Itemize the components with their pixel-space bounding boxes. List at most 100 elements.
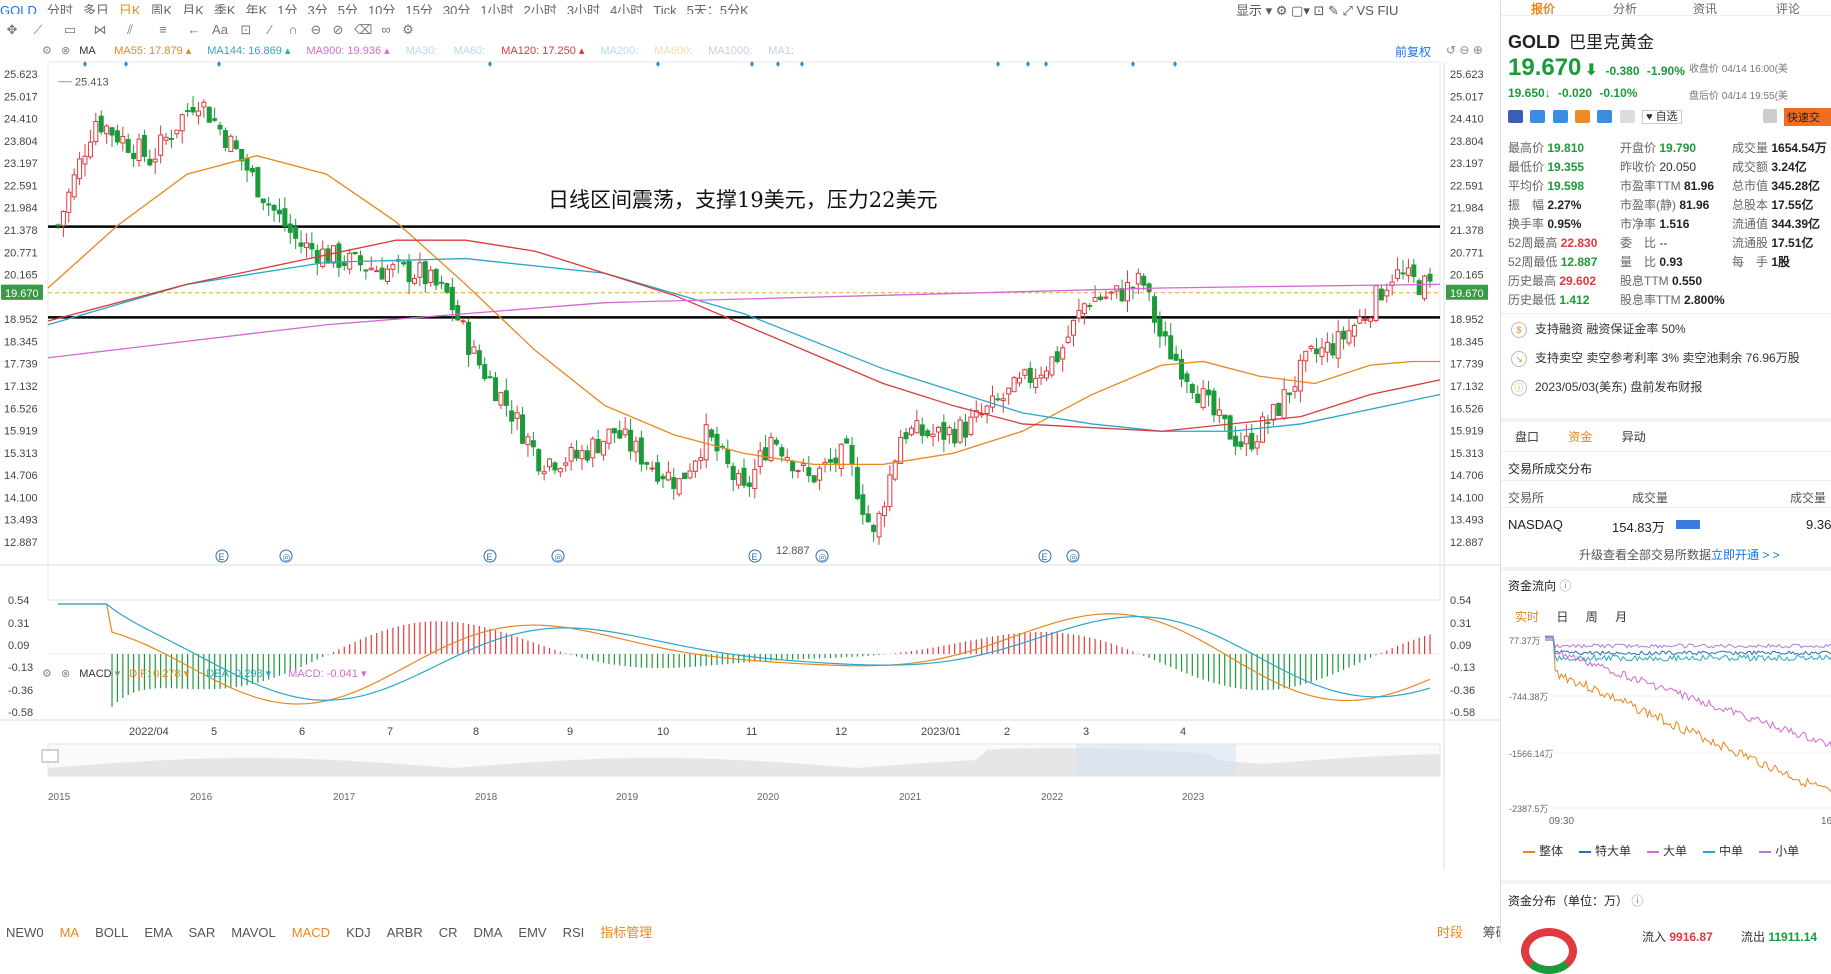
line-tool-icon[interactable]: ⟋ [30, 22, 46, 38]
lock-icon[interactable]: ⊖ [308, 22, 324, 38]
link-icon[interactable]: ∞ [378, 22, 394, 38]
kline-chart[interactable]: 25.623 25.623 25.017 25.017 24.410 24.410 23.8… [0, 40, 1500, 920]
period-5分[interactable]: 5分 [338, 3, 358, 14]
text-tool-icon[interactable]: Aa [212, 22, 228, 38]
period-3分[interactable]: 3分 [307, 3, 327, 14]
ma-item[interactable]: MA900: 19.936 ▴ [306, 45, 389, 57]
margin-icon[interactable] [1530, 110, 1546, 124]
indicator-EMV[interactable]: EMV [518, 925, 546, 940]
price-axis-label: 24.410 [1450, 114, 1484, 126]
flow-tab-week[interactable]: 周 [1586, 610, 1598, 624]
period-30分[interactable]: 30分 [443, 3, 470, 14]
indicator-EMA[interactable]: EMA [144, 925, 172, 940]
ma-item[interactable]: MA200: [600, 45, 638, 57]
indicator-DMA[interactable]: DMA [474, 925, 503, 940]
delete-icon[interactable]: ⌫ [354, 22, 372, 38]
indicator-MA[interactable]: MA [60, 925, 80, 940]
flow-tab-realtime[interactable]: 实时 [1515, 610, 1539, 624]
indicator-CR[interactable]: CR [439, 925, 458, 940]
period-多日[interactable]: 多日 [83, 3, 109, 14]
indicator-MAVOL[interactable]: MAVOL [231, 925, 276, 940]
settings-icon[interactable]: ⚙ [42, 45, 52, 57]
hide-icon[interactable]: ⊘ [330, 22, 346, 38]
ma-item[interactable]: MA600: [654, 45, 692, 57]
subtab-funds[interactable]: 资金 [1568, 430, 1592, 444]
flow-tab-month[interactable]: 月 [1615, 610, 1627, 624]
period-周K[interactable]: 周K [151, 3, 173, 14]
period-1小时[interactable]: 1小时 [480, 3, 513, 14]
parallel-tool-icon[interactable]: ⫽ [122, 22, 138, 38]
chart-controls[interactable]: ↺ ⊖ ⊕ [1446, 43, 1483, 57]
symbol-label[interactable]: GOLD [0, 3, 37, 14]
subtab-handicap[interactable]: 盘口 [1515, 430, 1539, 444]
tag-icon[interactable] [1597, 110, 1613, 124]
flow-axis-label: -744.38万 [1509, 692, 1549, 702]
settings-icon[interactable]: ⚙ [400, 22, 416, 38]
rect-tool-icon[interactable]: ▭ [62, 22, 78, 38]
doc-icon[interactable] [1619, 110, 1635, 124]
period-button[interactable]: 时段 [1437, 925, 1463, 940]
ma-item[interactable]: MA60: [453, 45, 485, 57]
period-年K[interactable]: 年K [246, 3, 268, 14]
indicator-NEW0[interactable]: NEW0 [6, 925, 44, 940]
indicator-RSI[interactable]: RSI [563, 925, 585, 940]
watch-button[interactable]: ♥ 自选 [1642, 110, 1682, 124]
indicator-SAR[interactable]: SAR [188, 925, 215, 940]
price-axis-label: 20.771 [1450, 247, 1484, 259]
period-10分[interactable]: 10分 [368, 3, 395, 14]
display-menu[interactable]: 显示 ▾ ⚙ ▢▾ ⊡ ✎ ⤢ VS FIU [1236, 0, 1398, 19]
indicator-ARBR[interactable]: ARBR [387, 925, 423, 940]
flow-tab-day[interactable]: 日 [1556, 610, 1568, 624]
ma-item[interactable]: MA30: [406, 45, 438, 57]
ma-item[interactable]: MA120: 17.250 ▴ [501, 45, 584, 57]
fib-tool-icon[interactable]: ⋈ [92, 22, 108, 38]
candle [682, 472, 688, 480]
measure-tool-icon[interactable]: ⊡ [238, 22, 254, 38]
stat-item: 每 手 1股 [1732, 255, 1791, 269]
ma-type[interactable]: MA [79, 45, 95, 57]
candle [736, 473, 742, 486]
period-3小时[interactable]: 3小时 [567, 3, 600, 14]
indicator-MACD[interactable]: MACD [292, 925, 330, 940]
bell-icon[interactable] [1763, 109, 1777, 123]
magnet-icon[interactable]: ∩ [285, 22, 301, 38]
stat-item: 市净率 1.516 [1620, 217, 1690, 231]
subtab-changes[interactable]: 异动 [1622, 430, 1646, 444]
ma-item[interactable]: MA1000: [708, 45, 752, 57]
option-icon[interactable] [1575, 110, 1591, 124]
pen-tool-icon[interactable]: ∕ [262, 22, 278, 38]
period-月K[interactable]: 月K [182, 3, 204, 14]
indicator-BOLL[interactable]: BOLL [95, 925, 128, 940]
candle [141, 134, 147, 157]
period-分时[interactable]: 分时 [47, 3, 73, 14]
indicator-指标管理[interactable]: 指标管理 [600, 925, 652, 940]
ma-item[interactable]: MA1: [768, 45, 794, 57]
indicator-bar: NEW0 MA BOLL EMA SAR MAVOL MACD KDJ ARBR CR DMA EMV… [0, 918, 1509, 943]
upgrade-link[interactable]: 立即开通 > > [1711, 548, 1780, 562]
candle [93, 121, 99, 143]
period-4小时[interactable]: 4小时 [610, 3, 643, 14]
price-axis-label: 16.526 [1450, 403, 1484, 415]
arrow-tool-icon[interactable]: ← [186, 22, 202, 38]
close-icon[interactable]: ⊗ [61, 668, 70, 680]
period-Tick[interactable]: Tick [653, 3, 676, 14]
macd-type[interactable]: MACD [79, 668, 111, 680]
period-1分[interactable]: 1分 [277, 3, 297, 14]
period-日K[interactable]: 日K [119, 3, 141, 14]
candle [568, 447, 574, 462]
short-icon[interactable] [1552, 110, 1568, 124]
period-2小时[interactable]: 2小时 [524, 3, 557, 14]
adjust-label[interactable]: 前复权 [1395, 43, 1431, 60]
candle [1416, 280, 1422, 296]
settings-icon[interactable]: ⚙ [42, 668, 52, 680]
close-icon[interactable]: ⊗ [61, 45, 70, 57]
quick-trade-button[interactable]: 快速交 [1784, 108, 1831, 126]
period-15分[interactable]: 15分 [405, 3, 432, 14]
indicator-KDJ[interactable]: KDJ [346, 925, 371, 940]
move-icon[interactable]: ✥ [4, 22, 20, 38]
period-季K[interactable]: 季K [214, 3, 236, 14]
ma-item[interactable]: MA55: 17.879 ▴ [114, 45, 191, 57]
period-5天：5分K[interactable]: 5天：5分K [687, 3, 749, 14]
channel-tool-icon[interactable]: ≡ [155, 22, 171, 38]
ma-item[interactable]: MA144: 16.869 ▴ [207, 45, 290, 57]
